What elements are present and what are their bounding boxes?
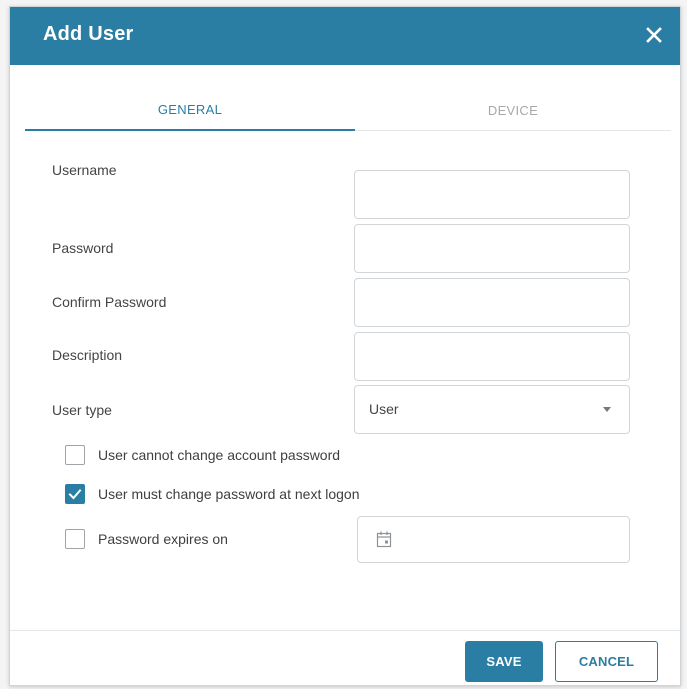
checkbox-password-expires[interactable]: Password expires on: [65, 529, 228, 549]
user-type-label: User type: [52, 402, 112, 418]
username-label: Username: [52, 162, 117, 178]
description-input[interactable]: [355, 333, 629, 380]
checkbox-must-change-password[interactable]: User must change password at next logon: [65, 484, 359, 504]
checkmark-icon: [68, 489, 82, 500]
confirm-password-field[interactable]: [354, 278, 630, 327]
calendar-icon[interactable]: [376, 530, 392, 553]
dialog-title: Add User: [43, 23, 134, 45]
checkbox-cannot-change-password[interactable]: User cannot change account password: [65, 445, 340, 465]
checkbox-unchecked[interactable]: [65, 529, 85, 549]
tab-device[interactable]: DEVICE: [355, 89, 671, 131]
user-type-select[interactable]: User: [354, 385, 630, 434]
password-label: Password: [52, 240, 114, 256]
confirm-password-input[interactable]: [355, 279, 629, 326]
tab-bar: GENERAL DEVICE: [25, 89, 671, 131]
chevron-down-icon: [603, 407, 611, 412]
password-input[interactable]: [355, 225, 629, 272]
user-type-value: User: [369, 401, 399, 417]
close-icon[interactable]: [638, 19, 670, 51]
checkbox-unchecked[interactable]: [65, 445, 85, 465]
tab-general[interactable]: GENERAL: [25, 89, 355, 131]
checkbox-label: Password expires on: [98, 531, 228, 547]
password-expiry-date-field[interactable]: [357, 516, 630, 563]
add-user-dialog: Add User GENERAL DEVICE Username Passwor…: [9, 6, 681, 686]
checkbox-checked[interactable]: [65, 484, 85, 504]
description-label: Description: [52, 347, 123, 363]
checkbox-label: User cannot change account password: [98, 447, 341, 463]
dialog-header: Add User: [10, 7, 680, 65]
password-field[interactable]: [354, 224, 630, 273]
checkbox-label: User must change password at next logon: [98, 486, 360, 502]
confirm-password-label: Confirm Password: [52, 294, 167, 310]
save-button[interactable]: SAVE: [465, 641, 543, 682]
username-field[interactable]: [354, 170, 630, 219]
cancel-button[interactable]: CANCEL: [555, 641, 658, 682]
username-input[interactable]: [355, 171, 629, 218]
description-field[interactable]: [354, 332, 630, 381]
footer-divider: [10, 630, 680, 631]
